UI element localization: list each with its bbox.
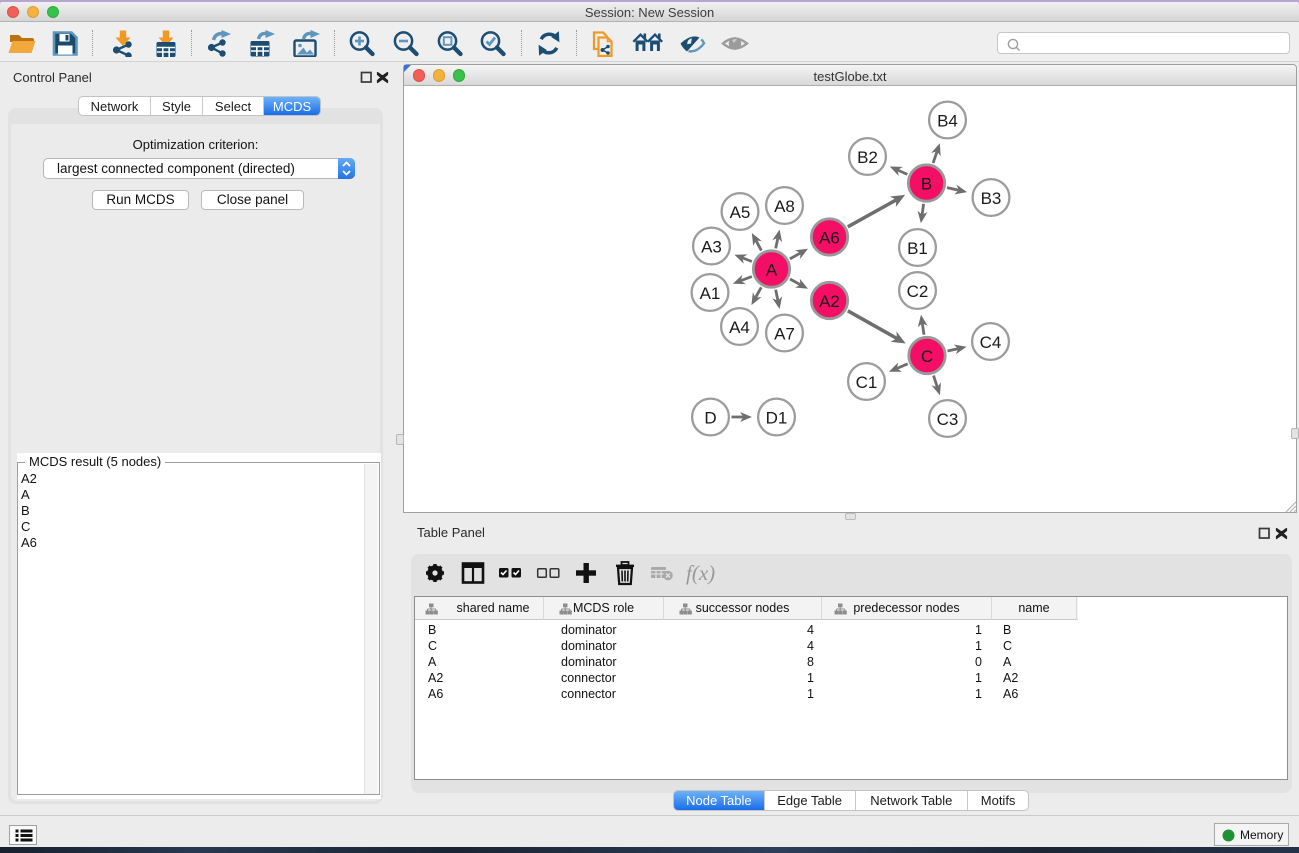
svg-text:A2: A2 <box>819 292 840 311</box>
svg-text:A4: A4 <box>729 318 750 337</box>
svg-text:B4: B4 <box>937 112 958 131</box>
svg-text:B3: B3 <box>981 189 1002 208</box>
svg-text:C1: C1 <box>856 373 878 392</box>
svg-text:A7: A7 <box>774 325 795 344</box>
svg-text:A: A <box>766 261 778 280</box>
svg-text:C2: C2 <box>907 282 929 301</box>
svg-text:A3: A3 <box>701 238 722 257</box>
svg-text:A8: A8 <box>774 197 795 216</box>
svg-text:B: B <box>921 175 932 194</box>
svg-text:C4: C4 <box>980 333 1002 352</box>
svg-text:B1: B1 <box>907 239 928 258</box>
svg-text:C: C <box>921 347 933 366</box>
svg-text:A5: A5 <box>730 203 751 222</box>
svg-text:D: D <box>704 409 716 428</box>
svg-text:A6: A6 <box>819 229 840 248</box>
svg-text:D1: D1 <box>766 409 788 428</box>
svg-text:C3: C3 <box>937 410 959 429</box>
svg-text:A1: A1 <box>700 284 721 303</box>
svg-text:B2: B2 <box>857 148 878 167</box>
